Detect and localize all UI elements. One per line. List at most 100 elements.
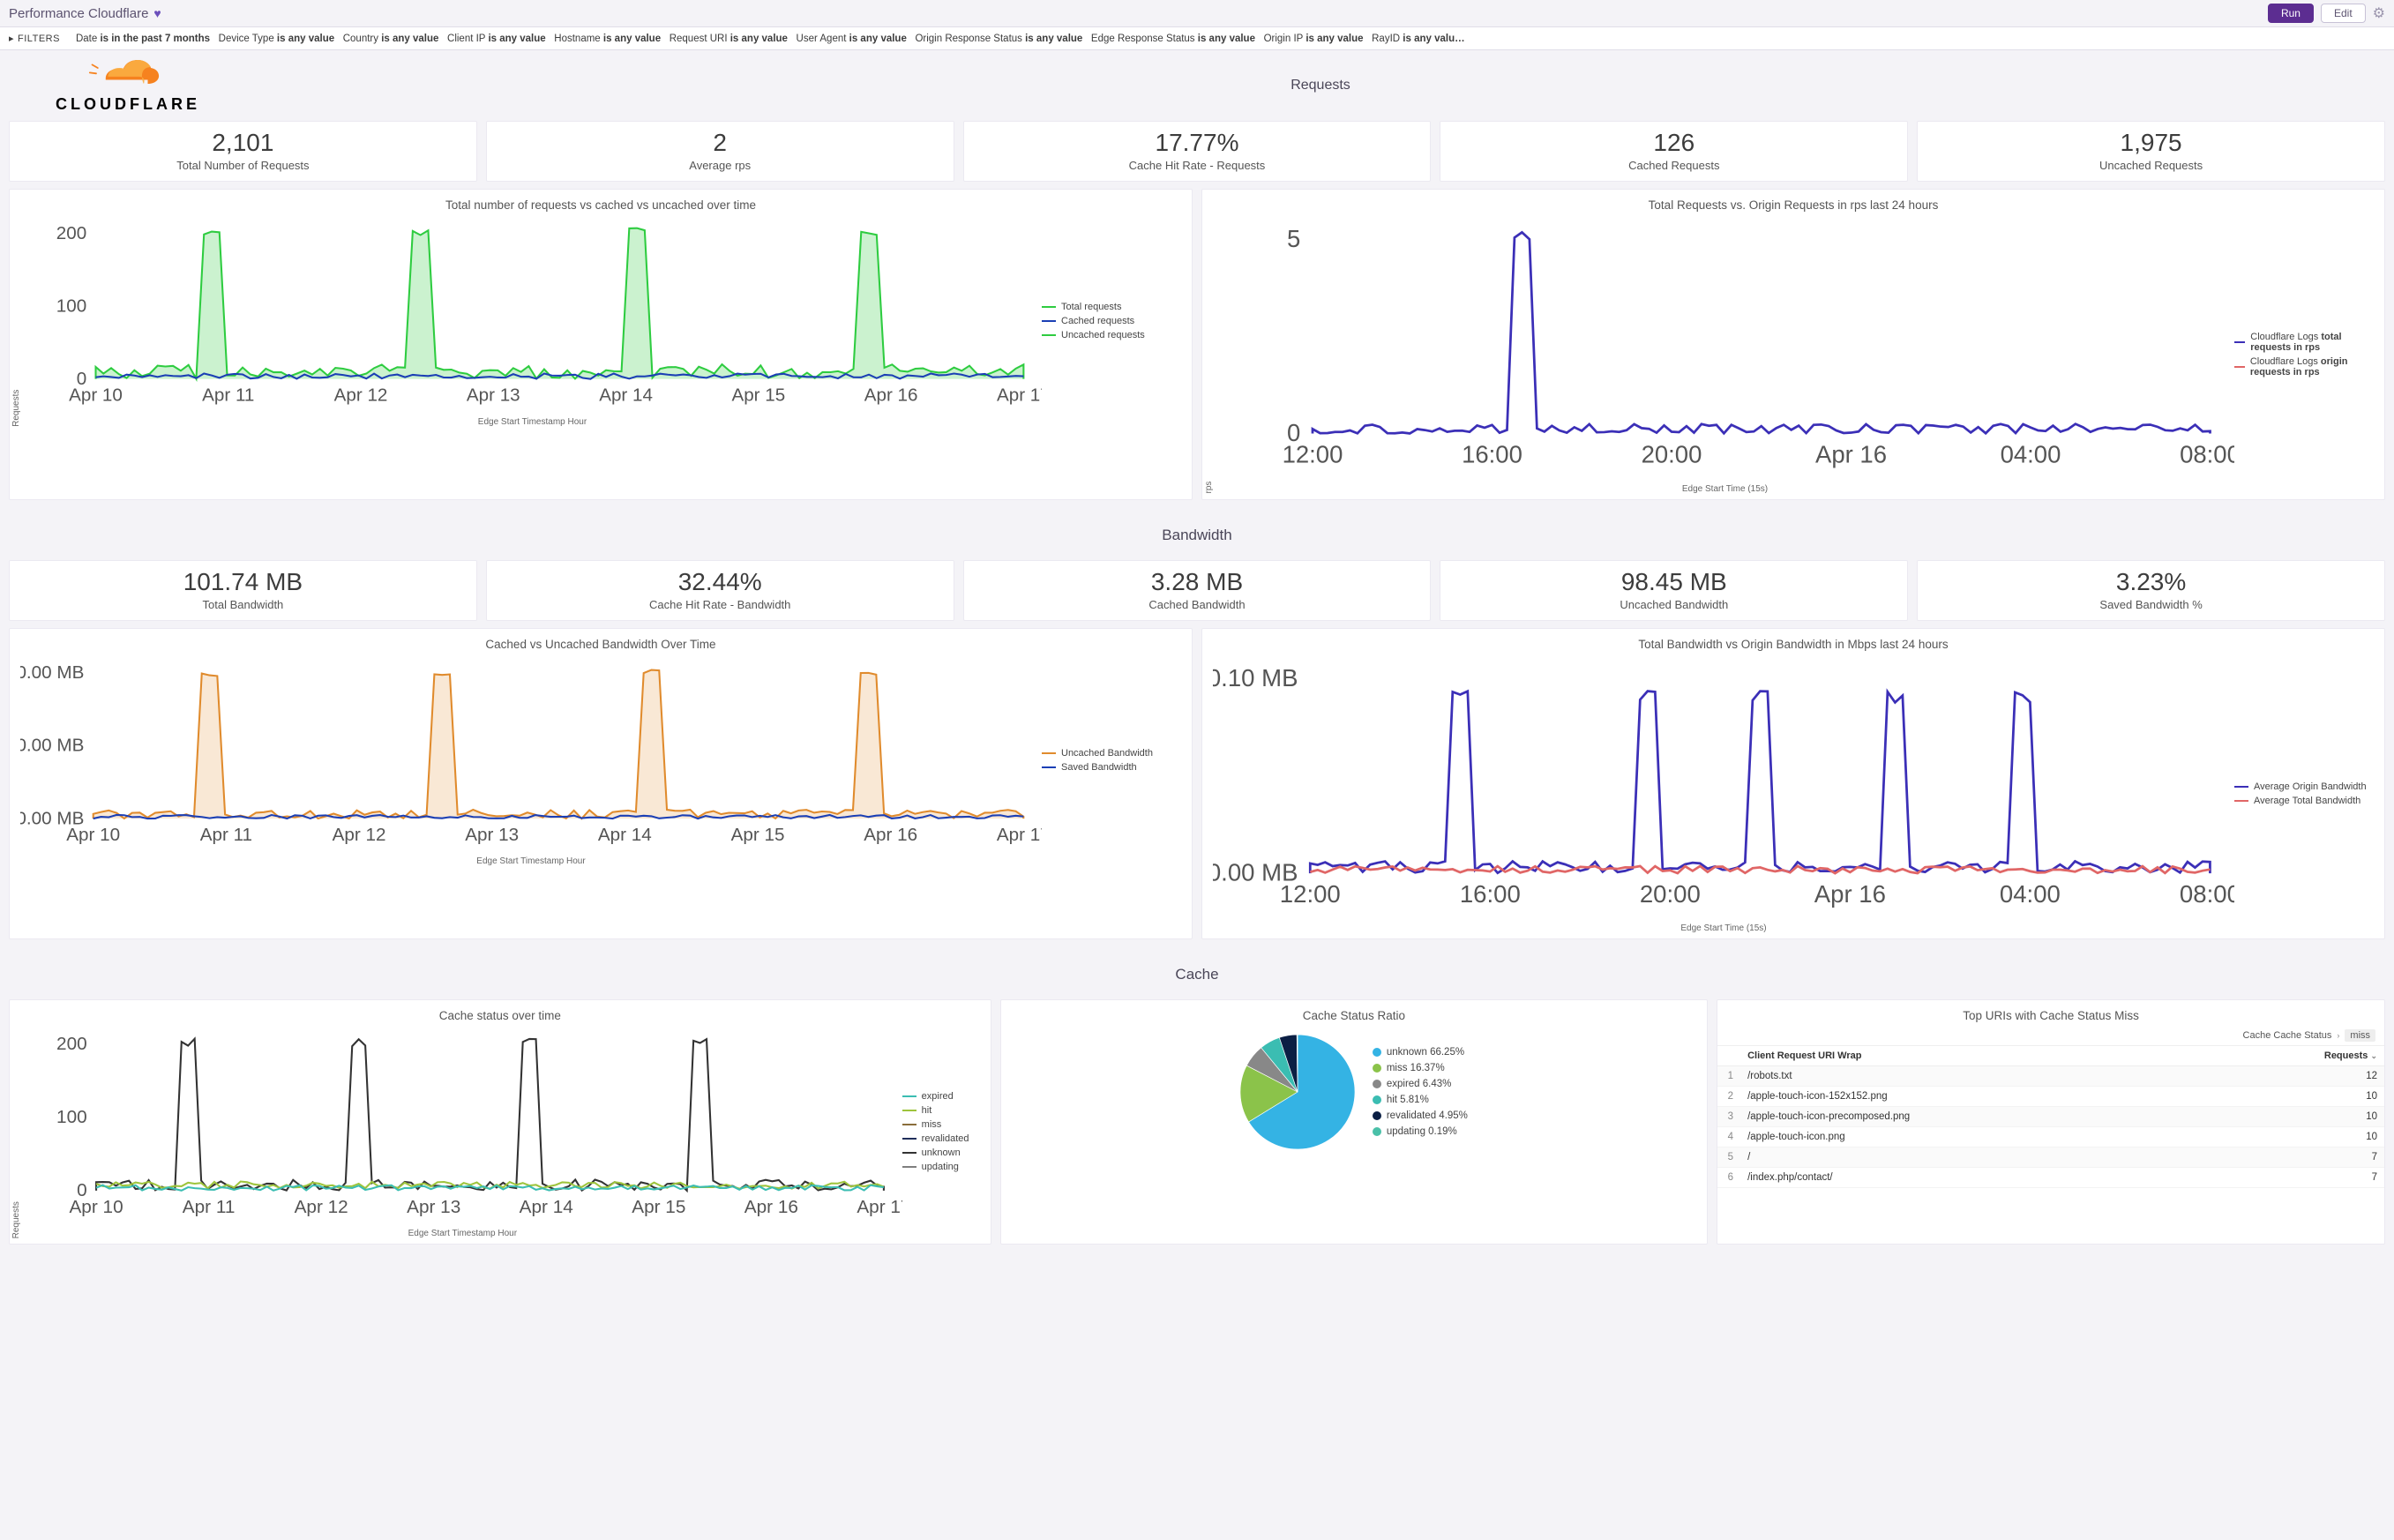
legend-item[interactable]: Average Origin Bandwidth	[2234, 781, 2375, 792]
run-button[interactable]: Run	[2268, 4, 2314, 23]
svg-text:Apr 13: Apr 13	[465, 824, 519, 844]
filters-toggle[interactable]: ▸ FILTERS	[9, 33, 60, 44]
filter-pill[interactable]: Hostname is any value	[554, 34, 661, 44]
filter-pill[interactable]: Edge Response Status is any value	[1091, 34, 1255, 44]
cloudflare-logo: CLOUDFLARE	[56, 58, 200, 114]
chart-svg: 0.00 MB10.00 MB20.00 MB Apr 10Apr 11Apr …	[20, 654, 1042, 855]
svg-text:08:00: 08:00	[2180, 441, 2234, 468]
legend-item[interactable]: Total requests	[1042, 302, 1183, 312]
filter-pill[interactable]: Request URI is any value	[670, 34, 788, 44]
legend-item[interactable]: updating 0.19%	[1373, 1126, 1468, 1137]
filter-pill[interactable]: RayID is any valu…	[1372, 34, 1464, 44]
table-row[interactable]: 4/apple-touch-icon.png10	[1717, 1127, 2384, 1148]
chart-title: Cached vs Uncached Bandwidth Over Time	[10, 632, 1192, 654]
filter-pill[interactable]: Device Type is any value	[219, 34, 334, 44]
chart-cache-status-time[interactable]: Cache status over time Requests 0100200 …	[9, 999, 991, 1245]
stat-card[interactable]: 1,975Uncached Requests	[1917, 121, 2385, 182]
stat-label: Average rps	[689, 159, 751, 172]
stat-card[interactable]: 126Cached Requests	[1440, 121, 1908, 182]
svg-text:Apr 15: Apr 15	[731, 824, 785, 844]
x-axis-label: Edge Start Timestamp Hour	[23, 415, 1042, 427]
svg-text:Apr 16: Apr 16	[864, 824, 917, 844]
stat-value: 2,101	[212, 129, 273, 157]
table-row[interactable]: 1/robots.txt12	[1717, 1066, 2384, 1087]
svg-text:10.00 MB: 10.00 MB	[20, 735, 84, 755]
svg-text:Apr 14: Apr 14	[599, 385, 653, 405]
legend-item[interactable]: hit 5.81%	[1373, 1095, 1468, 1105]
chart-rps-24h[interactable]: Total Requests vs. Origin Requests in rp…	[1201, 189, 2385, 500]
stat-card[interactable]: 98.45 MBUncached Bandwidth	[1440, 560, 1908, 621]
stats-row-bandwidth: 101.74 MBTotal Bandwidth32.44%Cache Hit …	[9, 560, 2385, 621]
table-title: Top URIs with Cache Status Miss	[1717, 1004, 2384, 1026]
table-filter-value[interactable]: miss	[2345, 1029, 2375, 1042]
svg-text:16:00: 16:00	[1462, 441, 1522, 468]
legend-item[interactable]: expired 6.43%	[1373, 1079, 1468, 1089]
legend-item[interactable]: revalidated	[902, 1133, 982, 1144]
svg-text:200: 200	[56, 1034, 87, 1054]
chart-legend: Average Origin Bandwidth Average Total Ba…	[2234, 654, 2384, 933]
stat-card[interactable]: 17.77%Cache Hit Rate - Requests	[963, 121, 1432, 182]
table-filter-head: Cache Cache Status › miss	[1717, 1026, 2384, 1046]
legend-item[interactable]: hit	[902, 1105, 982, 1116]
chart-cache-status-ratio[interactable]: Cache Status Ratio unknown 66.25%miss 16…	[1000, 999, 1708, 1245]
filter-pill[interactable]: Client IP is any value	[447, 34, 546, 44]
section-title-requests: Requests	[256, 50, 2385, 121]
chart-requests-over-time[interactable]: Total number of requests vs cached vs un…	[9, 189, 1193, 500]
table-row[interactable]: 5/7	[1717, 1148, 2384, 1168]
chart-bandwidth-24h[interactable]: Total Bandwidth vs Origin Bandwidth in M…	[1201, 628, 2385, 939]
legend-item[interactable]: updating	[902, 1162, 982, 1172]
svg-text:Apr 11: Apr 11	[202, 385, 254, 405]
col-uri[interactable]: Client Request URI Wrap	[1740, 1046, 2314, 1065]
legend-item[interactable]: Average Total Bandwidth	[2234, 796, 2375, 806]
legend-item[interactable]: miss 16.37%	[1373, 1063, 1468, 1073]
table-top-uris-miss[interactable]: Top URIs with Cache Status Miss Cache Ca…	[1717, 999, 2385, 1245]
legend-item[interactable]: unknown 66.25%	[1373, 1047, 1468, 1058]
stat-card[interactable]: 3.23%Saved Bandwidth %	[1917, 560, 2385, 621]
filter-pill[interactable]: Date is in the past 7 months	[76, 34, 210, 44]
chart-bandwidth-over-time[interactable]: Cached vs Uncached Bandwidth Over Time 0…	[9, 628, 1193, 939]
y-axis-label: Requests	[10, 1026, 23, 1238]
table-row[interactable]: 3/apple-touch-icon-precomposed.png10	[1717, 1107, 2384, 1127]
svg-text:08:00: 08:00	[2180, 880, 2234, 908]
filter-pill[interactable]: User Agent is any value	[797, 34, 907, 44]
legend-item[interactable]: Uncached Bandwidth	[1042, 748, 1183, 759]
topbar-actions: Run Edit ⚙	[2268, 4, 2385, 23]
legend-item[interactable]: revalidated 4.95%	[1373, 1110, 1468, 1121]
settings-icon[interactable]: ⚙	[2373, 4, 2385, 22]
svg-text:Apr 12: Apr 12	[295, 1197, 348, 1217]
svg-text:200: 200	[56, 223, 86, 243]
svg-text:12:00: 12:00	[1280, 880, 1341, 908]
stat-card[interactable]: 101.74 MBTotal Bandwidth	[9, 560, 477, 621]
edit-button[interactable]: Edit	[2321, 4, 2366, 23]
svg-text:Apr 16: Apr 16	[744, 1197, 798, 1217]
legend-item[interactable]: Cached requests	[1042, 316, 1183, 326]
legend-item[interactable]: expired	[902, 1091, 982, 1102]
chart-svg: 0.00 MB0.10 MB 12:0016:0020:00Apr 1604:0…	[1213, 654, 2234, 922]
filter-pill[interactable]: Origin IP is any value	[1264, 34, 1364, 44]
table-row[interactable]: 6/index.php/contact/7	[1717, 1168, 2384, 1188]
legend-item[interactable]: Cloudflare Logs origin requests in rps	[2234, 356, 2375, 378]
filter-pill[interactable]: Origin Response Status is any value	[915, 34, 1082, 44]
chart-svg: 0100200 Apr 10Apr 11Apr 12Apr 13Apr 14Ap…	[23, 215, 1042, 415]
svg-text:5: 5	[1287, 225, 1300, 252]
table-row[interactable]: 2/apple-touch-icon-152x152.png10	[1717, 1087, 2384, 1107]
svg-text:Apr 11: Apr 11	[183, 1197, 236, 1217]
stat-card[interactable]: 3.28 MBCached Bandwidth	[963, 560, 1432, 621]
legend-item[interactable]: Uncached requests	[1042, 330, 1183, 340]
filter-pill[interactable]: Country is any value	[343, 34, 439, 44]
stat-value: 3.23%	[2116, 568, 2186, 596]
legend-item[interactable]: Saved Bandwidth	[1042, 762, 1183, 773]
legend-item[interactable]: unknown	[902, 1148, 982, 1158]
stat-label: Cached Bandwidth	[1148, 598, 1245, 611]
stat-card[interactable]: 32.44%Cache Hit Rate - Bandwidth	[486, 560, 954, 621]
stat-card[interactable]: 2Average rps	[486, 121, 954, 182]
svg-text:Apr 15: Apr 15	[731, 385, 785, 405]
stat-card[interactable]: 2,101Total Number of Requests	[9, 121, 477, 182]
favorite-icon[interactable]: ♥	[153, 6, 161, 20]
svg-text:04:00: 04:00	[2000, 880, 2061, 908]
col-requests[interactable]: Requests ⌄	[2314, 1046, 2384, 1065]
legend-item[interactable]: miss	[902, 1119, 982, 1130]
legend-item[interactable]: Cloudflare Logs total requests in rps	[2234, 332, 2375, 353]
table-filter-label: Cache Cache Status	[2243, 1030, 2332, 1041]
chevron-right-icon: ›	[2337, 1031, 2339, 1040]
